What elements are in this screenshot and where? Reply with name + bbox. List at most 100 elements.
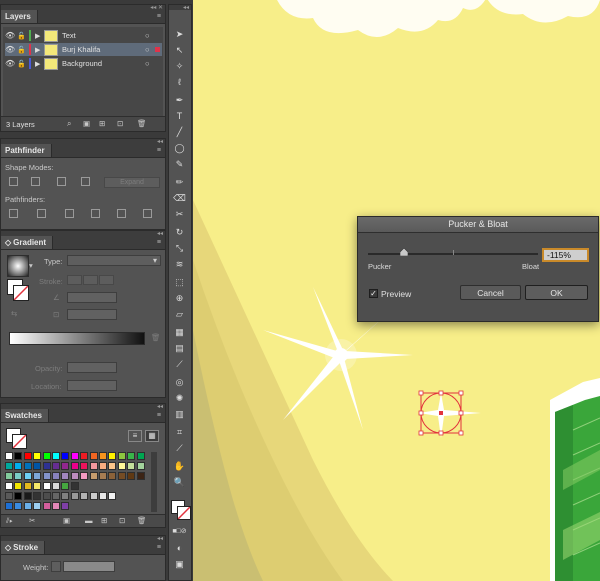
color-swatch[interactable] — [61, 482, 70, 490]
color-swatch[interactable] — [42, 452, 51, 460]
perspective-grid-tool-icon[interactable]: ▱ — [172, 308, 187, 320]
expand-triangle-icon[interactable]: ▶ — [35, 60, 44, 68]
line-tool-icon[interactable]: ╱ — [172, 126, 187, 138]
symbol-sprayer-tool-icon[interactable]: ✺ — [172, 392, 187, 404]
gradient-type-select[interactable]: ▾ — [67, 255, 161, 266]
color-swatch[interactable] — [33, 482, 42, 490]
delete-stop-icon[interactable]: 🗑 — [151, 333, 161, 342]
angle-field[interactable] — [67, 292, 117, 303]
color-swatch[interactable] — [33, 462, 42, 470]
pen-tool-icon[interactable]: ✒ — [172, 94, 187, 106]
color-swatch[interactable] — [99, 492, 107, 500]
swatch-options-icon[interactable]: ▣ — [63, 516, 70, 525]
color-swatch[interactable] — [117, 472, 126, 480]
color-swatch[interactable] — [136, 472, 145, 480]
draw-mode-icon[interactable]: ◐ — [172, 542, 187, 554]
gradient-slider-bar[interactable] — [9, 332, 145, 345]
weight-field[interactable] — [63, 561, 115, 572]
lock-icon[interactable]: 🔓 — [17, 60, 29, 68]
color-swatch[interactable] — [5, 492, 13, 500]
opacity-field[interactable] — [67, 362, 117, 373]
color-swatch[interactable] — [127, 452, 136, 460]
percent-input[interactable]: -115% — [542, 248, 589, 262]
color-swatch[interactable] — [33, 502, 42, 510]
color-swatch[interactable] — [14, 472, 23, 480]
color-swatch[interactable] — [127, 472, 136, 480]
color-swatch[interactable] — [5, 472, 13, 480]
color-swatch[interactable] — [127, 462, 136, 470]
color-swatch[interactable] — [70, 482, 79, 490]
layer-row[interactable]: 👁 🔓 ▶ Background ○ — [5, 57, 162, 70]
artboard-tool-icon[interactable]: ⌗ — [172, 426, 187, 438]
paintbrush-tool-icon[interactable]: ✎ — [172, 158, 187, 170]
preview-checkbox[interactable]: ✓ — [369, 289, 378, 298]
color-swatch[interactable] — [42, 482, 51, 490]
color-swatch[interactable] — [23, 472, 32, 480]
new-swatch-icon[interactable]: ⊞ — [101, 516, 107, 525]
color-swatch[interactable] — [23, 452, 32, 460]
expand-button[interactable]: Expand — [104, 177, 160, 188]
color-swatch[interactable] — [70, 472, 79, 480]
tab-pathfinder[interactable]: Pathfinder — [1, 144, 52, 157]
new-sublayer-icon[interactable]: ⊞ — [99, 119, 105, 128]
rotate-tool-icon[interactable]: ↻ — [172, 226, 187, 238]
color-swatch[interactable] — [61, 472, 70, 480]
color-swatch[interactable] — [117, 452, 126, 460]
color-swatch[interactable] — [108, 452, 117, 460]
column-graph-tool-icon[interactable]: ▥ — [172, 408, 187, 420]
color-swatch[interactable] — [5, 452, 13, 460]
blend-tool-icon[interactable]: ◎ — [172, 376, 187, 388]
pencil-tool-icon[interactable]: ✏ — [172, 176, 187, 188]
selection-tool-icon[interactable]: ➤ — [172, 28, 187, 40]
color-swatch[interactable] — [80, 472, 89, 480]
type-tool-icon[interactable]: T — [172, 110, 187, 122]
color-swatch[interactable] — [117, 462, 126, 470]
new-layer-icon[interactable]: ⊡ — [117, 119, 123, 128]
color-swatch[interactable] — [23, 482, 32, 490]
stroke-option-2[interactable] — [83, 275, 98, 285]
color-swatch[interactable] — [61, 452, 70, 460]
lock-icon[interactable]: 🔓 — [17, 32, 29, 40]
lasso-tool-icon[interactable]: ℓ — [172, 76, 187, 88]
color-swatch[interactable] — [42, 462, 51, 470]
stroke-option-1[interactable] — [67, 275, 82, 285]
minus-front-icon[interactable] — [31, 177, 40, 186]
expand-triangle-icon[interactable]: ▶ — [35, 32, 44, 40]
swatches-scrollbar[interactable] — [151, 452, 157, 512]
color-swatch[interactable] — [70, 492, 79, 500]
lock-icon[interactable]: 🔓 — [17, 46, 29, 54]
exclude-icon[interactable] — [81, 177, 90, 186]
panel-menu-icon[interactable]: ≡ — [157, 544, 161, 551]
panel-menu-icon[interactable]: ≡ — [157, 412, 161, 419]
merge-icon[interactable] — [65, 209, 74, 218]
gradient-tool-icon[interactable]: ▤ — [172, 342, 187, 354]
visibility-eye-icon[interactable]: 👁 — [5, 31, 17, 40]
color-swatch[interactable] — [14, 462, 23, 470]
list-view-icon[interactable]: ≡ — [128, 430, 142, 442]
location-field[interactable] — [67, 380, 117, 391]
color-swatch[interactable] — [52, 472, 60, 480]
color-swatch[interactable] — [136, 462, 145, 470]
target-circle-icon[interactable]: ○ — [145, 59, 155, 68]
width-tool-icon[interactable]: ≋ — [172, 258, 187, 270]
tool-stroke-swatch[interactable] — [177, 506, 191, 520]
color-mode-icons[interactable]: ■□⊘ — [172, 526, 187, 538]
target-circle-icon[interactable]: ○ — [145, 31, 155, 40]
divide-icon[interactable] — [9, 209, 18, 218]
tab-layers[interactable]: Layers — [1, 10, 38, 23]
slice-tool-icon[interactable]: ⟋ — [172, 442, 187, 454]
new-swatch-2-icon[interactable]: ⊡ — [119, 516, 125, 525]
visibility-eye-icon[interactable]: 👁 — [5, 45, 17, 54]
stroke-swatch[interactable] — [12, 434, 27, 449]
color-swatch[interactable] — [14, 502, 23, 510]
crop-icon[interactable] — [91, 209, 100, 218]
locate-object-icon[interactable]: ⌕ — [67, 119, 71, 129]
color-swatch[interactable] — [52, 452, 60, 460]
color-swatch[interactable] — [5, 462, 13, 470]
color-swatch[interactable] — [108, 462, 117, 470]
shape-builder-tool-icon[interactable]: ⊕ — [172, 292, 187, 304]
direct-selection-tool-icon[interactable]: ↖ — [172, 44, 187, 56]
color-swatch[interactable] — [14, 492, 23, 500]
grid-view-icon[interactable]: ▦ — [145, 430, 159, 442]
color-swatch[interactable] — [99, 462, 107, 470]
